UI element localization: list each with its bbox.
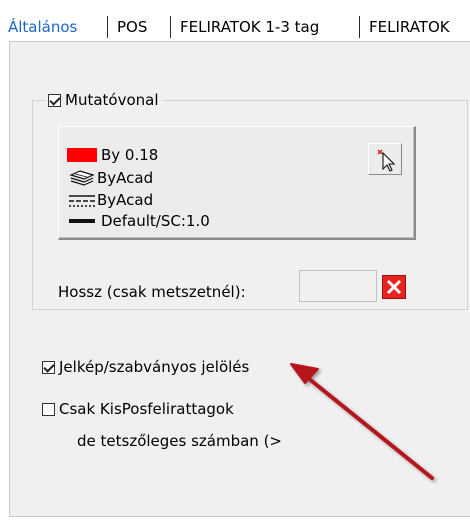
tab-separator [107, 16, 108, 38]
mutatovonal-checkbox[interactable]: Mutatóvonal [46, 89, 163, 111]
jelkep-label: Jelkép/szabványos jelölés [59, 358, 250, 376]
kisposfelirat-label-line2: de tetszőleges számban (> [77, 432, 283, 450]
linetype-icon [69, 195, 95, 207]
layers-icon [69, 170, 95, 186]
linetype-value: ByAcad [97, 191, 154, 209]
red-color-swatch [67, 148, 97, 162]
tab-feliratok[interactable]: FELIRATOK [365, 14, 454, 40]
lineweight-icon [69, 219, 95, 223]
hossz-input[interactable] [299, 270, 377, 302]
tab-altalanos[interactable]: Általános [4, 14, 81, 40]
checkbox-unchecked-icon[interactable] [42, 402, 55, 416]
color-value: By 0.18 [101, 146, 159, 164]
jelkep-checkbox[interactable]: Jelkép/szabványos jelölés [42, 358, 249, 376]
mutatovonal-label: Mutatóvonal [65, 91, 159, 109]
red-x-icon [386, 279, 402, 295]
cursor-pick-icon [377, 149, 396, 172]
pick-from-drawing-button[interactable] [368, 143, 402, 175]
checkbox-checked-icon[interactable] [48, 93, 61, 107]
tab-separator [359, 16, 360, 38]
tab-bar: Általános POS FELIRATOK 1-3 tag FELIRATO… [0, 0, 470, 42]
tab-pos[interactable]: POS [113, 14, 151, 40]
lineweight-value: Default/SC:1.0 [101, 212, 210, 230]
layer-row: ByAcad [67, 168, 153, 188]
kisposfelirat-checkbox[interactable]: Csak KisPosfelirattagok [42, 400, 234, 418]
clear-hossz-button[interactable] [382, 275, 406, 299]
color-row: By 0.18 [67, 145, 158, 165]
tab-feliratok-1-3-tag[interactable]: FELIRATOK 1-3 tag [176, 14, 323, 40]
layer-value: ByAcad [97, 169, 154, 187]
linetype-row: ByAcad [67, 190, 153, 210]
tab-separator [170, 16, 171, 38]
kisposfelirat-label-line1: Csak KisPosfelirattagok [59, 400, 234, 418]
lineweight-row: Default/SC:1.0 [67, 211, 210, 231]
hossz-label: Hossz (csak metszetnél): [58, 283, 246, 301]
checkbox-checked-icon[interactable] [42, 360, 55, 374]
properties-button[interactable]: By 0.18 ByAcad ByAcad Default/SC:1.0 [58, 126, 416, 240]
